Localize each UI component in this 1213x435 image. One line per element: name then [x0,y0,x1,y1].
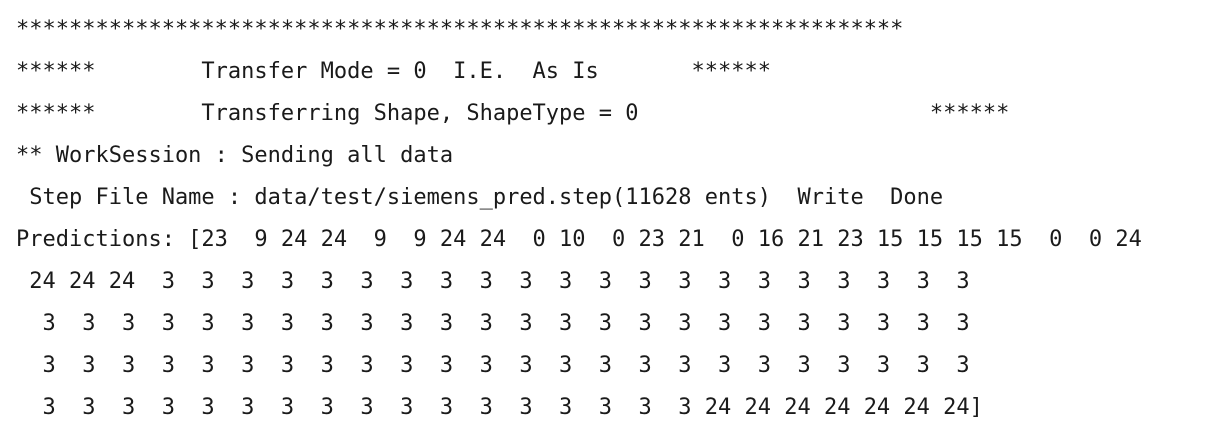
console-line-stars: ****************************************… [16,17,904,42]
console-line-transfer-mode: ****** Transfer Mode = 0 I.E. As Is ****… [16,59,771,84]
console-line-transferring-shape: ****** Transferring Shape, ShapeType = 0… [16,101,1010,126]
console-line-predictions-cont-3: 3 3 3 3 3 3 3 3 3 3 3 3 3 3 3 3 3 3 3 3 … [16,353,970,378]
console-line-predictions-cont-1: 24 24 24 3 3 3 3 3 3 3 3 3 3 3 3 3 3 3 3… [16,269,970,294]
console-output: ****************************************… [0,0,1213,435]
console-line-worksession: ** WorkSession : Sending all data [16,143,454,168]
console-line-predictions-cont-2: 3 3 3 3 3 3 3 3 3 3 3 3 3 3 3 3 3 3 3 3 … [16,311,970,336]
console-line-predictions: Predictions: [23 9 24 24 9 9 24 24 0 10 … [16,227,1142,252]
console-line-step-file: Step File Name : data/test/siemens_pred.… [16,185,944,210]
console-line-predictions-cont-4: 3 3 3 3 3 3 3 3 3 3 3 3 3 3 3 3 3 24 24 … [16,395,983,420]
